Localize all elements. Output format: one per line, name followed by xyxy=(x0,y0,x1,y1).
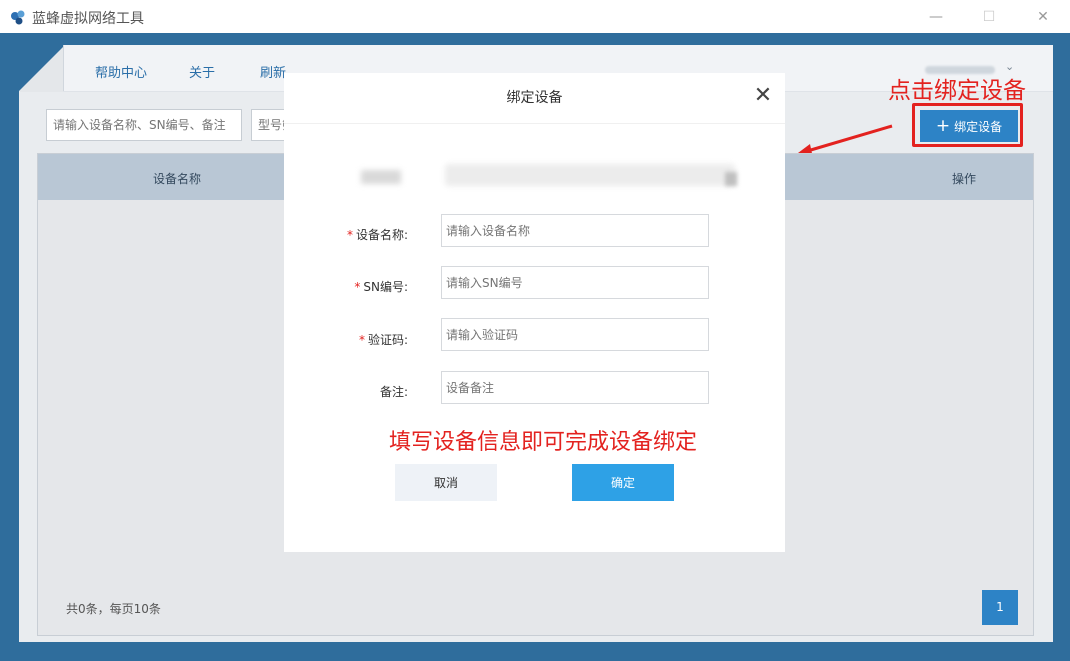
callout-text: 点击绑定设备 xyxy=(888,78,1026,104)
device-name-label: * 设备名称: xyxy=(346,228,408,242)
callout-highlight-box xyxy=(912,103,1023,147)
sn-label: * SN编号: xyxy=(354,280,408,294)
nav-help-center[interactable]: 帮助中心 xyxy=(95,62,147,81)
maximize-button[interactable]: ☐ xyxy=(978,6,1000,28)
remark-input[interactable] xyxy=(441,371,709,404)
pagination-summary: 共0条，每页10条 xyxy=(66,602,161,616)
app-logo-icon xyxy=(11,10,25,25)
page-button-1[interactable]: 1 xyxy=(982,590,1018,625)
title-bar: 蓝蜂虚拟网络工具 — ☐ ✕ xyxy=(0,0,1070,33)
window-title: 蓝蜂虚拟网络工具 xyxy=(32,11,144,27)
verification-code-input[interactable] xyxy=(441,318,709,351)
nav-refresh[interactable]: 刷新 xyxy=(260,62,286,81)
redacted-info-row xyxy=(355,158,745,190)
nav-about[interactable]: 关于 xyxy=(189,62,215,81)
bind-device-dialog: 绑定设备 ✕ xyxy=(284,73,785,552)
redacted-label xyxy=(361,170,401,184)
required-mark: * xyxy=(346,228,353,242)
sn-input[interactable] xyxy=(441,266,709,299)
device-name-input[interactable] xyxy=(441,214,709,247)
nav-divider xyxy=(63,45,64,91)
column-actions: 操作 xyxy=(952,172,977,186)
redacted-mark xyxy=(725,172,737,186)
close-icon[interactable]: ✕ xyxy=(751,85,775,109)
cancel-button[interactable]: 取消 xyxy=(395,464,497,501)
confirm-button[interactable]: 确定 xyxy=(572,464,674,501)
close-window-button[interactable]: ✕ xyxy=(1032,6,1054,28)
verification-code-label: * 验证码: xyxy=(358,333,408,347)
required-mark: * xyxy=(354,280,361,294)
dialog-divider xyxy=(284,123,785,124)
required-mark: * xyxy=(358,333,365,347)
form-hint-annotation: 填写设备信息即可完成设备绑定 xyxy=(389,430,698,455)
dialog-title: 绑定设备 xyxy=(506,90,563,106)
remark-label: 备注: xyxy=(379,385,408,399)
column-device-name: 设备名称 xyxy=(153,172,202,186)
device-search-input[interactable] xyxy=(46,109,242,141)
minimize-button[interactable]: — xyxy=(925,6,947,28)
redacted-value xyxy=(445,164,735,186)
panel-corner xyxy=(19,45,65,91)
